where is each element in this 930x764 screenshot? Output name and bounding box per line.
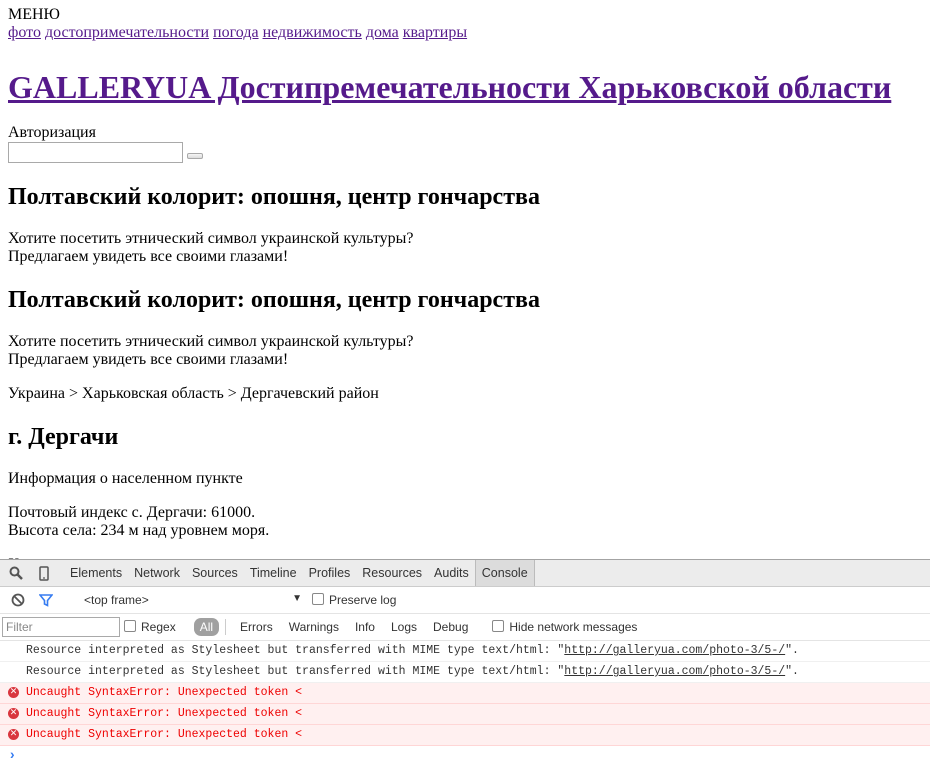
level-info[interactable]: Info (347, 620, 383, 634)
preserve-log-option[interactable]: Preserve log (312, 593, 396, 607)
hide-network-checkbox[interactable] (492, 620, 505, 632)
regex-option[interactable]: Regex (124, 620, 176, 634)
devtools-tabbar: Elements Network Sources Timeline Profil… (0, 560, 930, 587)
tab-sources[interactable]: Sources (186, 560, 244, 586)
menu-link-sights[interactable]: достопримечательности (45, 24, 209, 41)
error-icon: ✕ (8, 729, 19, 740)
tab-resources[interactable]: Resources (356, 560, 428, 586)
city-info: Информация о населенном пункте (8, 470, 243, 487)
prompt-chevron-icon: › (8, 748, 17, 764)
device-mode-icon[interactable] (36, 565, 52, 581)
tab-network[interactable]: Network (128, 560, 186, 586)
auth-submit-button[interactable] (187, 152, 203, 159)
console-message: Resource interpreted as Stylesheet but t… (0, 662, 930, 683)
console-error-message: ✕ Uncaught SyntaxError: Unexpected token… (0, 683, 930, 704)
regex-label: Regex (141, 620, 176, 634)
level-debug[interactable]: Debug (425, 620, 476, 634)
tab-profiles[interactable]: Profiles (303, 560, 357, 586)
error-icon: ✕ (8, 687, 19, 698)
menu-link-photo[interactable]: фото (8, 24, 41, 41)
post-text-2-line-2: Предлагаем увидеть все своими глазами! (8, 351, 289, 368)
post-title-2: Полтавский колорит: опошня, центр гончар… (8, 287, 540, 313)
console-messages: Resource interpreted as Stylesheet but t… (0, 641, 930, 764)
post-text-1-line-1: Хотите посетить этнический символ украин… (8, 230, 414, 247)
resource-link[interactable]: http://galleryua.com/photo-3/5-/ (564, 644, 785, 657)
filter-icon[interactable] (38, 592, 54, 608)
post-text-2-line-1: Хотите посетить этнический символ украин… (8, 333, 414, 350)
hide-network-option[interactable]: Hide network messages (492, 620, 637, 634)
auth-label: Авторизация (8, 124, 96, 141)
console-prompt[interactable]: › (0, 746, 930, 764)
tab-elements[interactable]: Elements (64, 560, 128, 586)
hide-network-label: Hide network messages (509, 620, 638, 634)
chevron-down-icon: ▼ (292, 593, 302, 604)
city-postal: Почтовый индекс с. Дергачи: 61000. (8, 504, 256, 521)
auth-input[interactable] (8, 142, 183, 163)
breadcrumb: Украина > Харьковская область > Дергачев… (8, 385, 379, 402)
tab-audits[interactable]: Audits (428, 560, 475, 586)
city-altitude: Высота села: 234 м над уровнем моря. (8, 522, 270, 539)
level-all[interactable]: All (193, 618, 220, 636)
error-icon: ✕ (8, 708, 19, 719)
menu-link-realty[interactable]: недвижимость (263, 24, 362, 41)
web-page: МЕНЮ фото достопримечательности погода н… (0, 0, 930, 559)
filter-input[interactable] (2, 617, 120, 637)
post-title-1: Полтавский колорит: опошня, центр гончар… (8, 184, 540, 210)
console-error-message: ✕ Uncaught SyntaxError: Unexpected token… (0, 704, 930, 725)
frame-select[interactable]: <top frame> ▼ (84, 593, 302, 607)
post-text-1: Хотите посетить этнический символ украин… (8, 230, 922, 266)
resource-link[interactable]: http://galleryua.com/photo-3/5-/ (564, 665, 785, 678)
regex-checkbox[interactable] (124, 620, 136, 632)
site-title-link[interactable]: GALLERYUA Достипремечательности Харьковс… (8, 69, 891, 105)
auth-form (8, 142, 922, 163)
devtools-panel: Elements Network Sources Timeline Profil… (0, 559, 930, 764)
city-title: г. Дергачи (8, 424, 119, 450)
level-separator (225, 619, 227, 635)
site-title: GALLERYUA Достипремечательности Харьковс… (8, 69, 922, 106)
preserve-log-checkbox[interactable] (312, 593, 324, 605)
console-error-message: ✕ Uncaught SyntaxError: Unexpected token… (0, 725, 930, 746)
level-errors[interactable]: Errors (232, 620, 281, 634)
tab-timeline[interactable]: Timeline (244, 560, 303, 586)
tab-console[interactable]: Console (474, 560, 535, 586)
city-details: Почтовый индекс с. Дергачи: 61000. Высот… (8, 504, 922, 540)
menu-link-houses[interactable]: дома (366, 24, 399, 41)
post-text-2: Хотите посетить этнический символ украин… (8, 333, 922, 369)
menu-link-weather[interactable]: погода (213, 24, 259, 41)
level-logs[interactable]: Logs (383, 620, 425, 634)
clear-console-icon[interactable] (10, 592, 26, 608)
menu-link-apartments[interactable]: квартиры (403, 24, 467, 41)
level-warnings[interactable]: Warnings (281, 620, 347, 634)
console-message: Resource interpreted as Stylesheet but t… (0, 641, 930, 662)
menu-title: МЕНЮ (8, 6, 60, 23)
post-text-1-line-2: Предлагаем увидеть все своими глазами! (8, 248, 289, 265)
console-filterbar: Regex All Errors Warnings Info Logs Debu… (0, 614, 930, 641)
menu-links: фото достопримечательности погода недвиж… (8, 24, 922, 42)
search-icon[interactable] (8, 565, 24, 581)
frame-select-value: <top frame> (84, 593, 149, 607)
console-toolbar: <top frame> ▼ Preserve log (0, 587, 930, 614)
preserve-log-label: Preserve log (329, 593, 397, 607)
